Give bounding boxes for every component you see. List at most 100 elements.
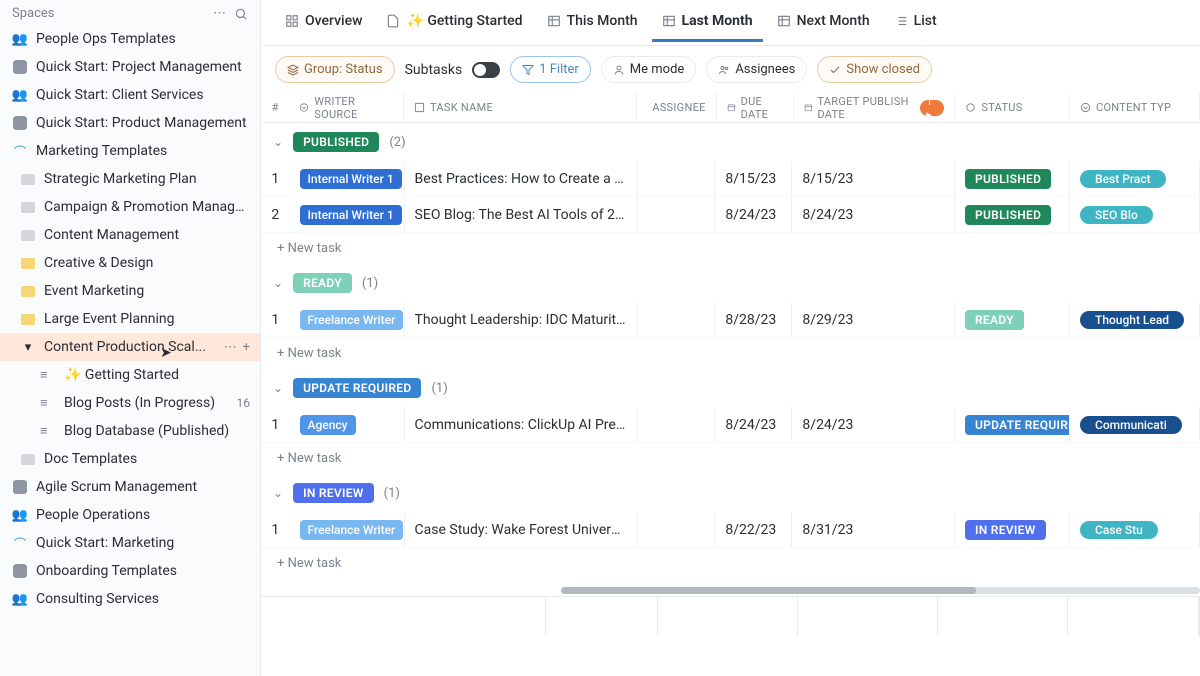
group-status-pill[interactable]: Group: Status <box>275 56 395 83</box>
subtasks-toggle[interactable] <box>472 62 500 78</box>
cell-writer[interactable]: Freelance Writer <box>290 512 405 547</box>
cell-assignee[interactable] <box>638 302 715 337</box>
tab[interactable]: Last Month <box>652 3 763 42</box>
group-header[interactable]: ⌄READY(1) <box>261 264 1200 302</box>
table-row[interactable]: 1AgencyCommunications: ClickUp AI Press.… <box>261 407 1200 443</box>
cell-due[interactable]: 8/24/23 <box>715 407 792 442</box>
cell-ctype[interactable]: Thought Lead <box>1070 302 1200 337</box>
cell-target[interactable]: 8/24/23 <box>792 197 955 232</box>
cell-writer[interactable]: Agency <box>290 407 405 442</box>
new-task-button[interactable]: + New task <box>261 443 1200 474</box>
sidebar-item[interactable]: ✨ Getting Started <box>0 361 260 389</box>
more-icon[interactable]: ⋯ <box>224 340 237 355</box>
cell-writer[interactable]: Internal Writer 1 <box>290 197 405 232</box>
scrollbar-thumb[interactable] <box>561 587 976 594</box>
table-row[interactable]: 1Freelance WriterCase Study: Wake Forest… <box>261 512 1200 548</box>
sidebar-item[interactable]: Content Management <box>0 221 260 249</box>
cell-target[interactable]: 8/15/23 <box>792 161 955 196</box>
sidebar-item[interactable]: Creative & Design <box>0 249 260 277</box>
cell-assignee[interactable] <box>638 161 715 196</box>
col-due[interactable]: DUE DATE <box>717 93 794 122</box>
group-header[interactable]: ⌄UPDATE REQUIRED(1) <box>261 369 1200 407</box>
cell-task-name[interactable]: Communications: ClickUp AI Press... <box>405 407 639 442</box>
sidebar-item[interactable]: Event Marketing <box>0 277 260 305</box>
table-row[interactable]: 1Internal Writer 1Best Practices: How to… <box>261 161 1200 197</box>
sidebar-item[interactable]: Strategic Marketing Plan <box>0 165 260 193</box>
me-mode-pill[interactable]: Me mode <box>601 56 697 83</box>
cell-status[interactable]: PUBLISHED <box>955 197 1070 232</box>
table-row[interactable]: 1Freelance WriterThought Leadership: IDC… <box>261 302 1200 338</box>
cell-ctype[interactable]: SEO Blo <box>1070 197 1200 232</box>
assignees-pill[interactable]: Assignees <box>706 56 807 83</box>
cell-target[interactable]: 8/29/23 <box>792 302 955 337</box>
sidebar-item[interactable]: Blog Posts (In Progress)16 <box>0 389 260 417</box>
show-closed-pill[interactable]: Show closed <box>817 56 932 83</box>
cell-due[interactable]: 8/24/23 <box>715 197 792 232</box>
cell-status[interactable]: UPDATE REQUIRED <box>955 407 1070 442</box>
sidebar-item[interactable]: Onboarding Templates <box>0 557 260 585</box>
sidebar-item[interactable]: Campaign & Promotion Manage... <box>0 193 260 221</box>
cell-due[interactable]: 8/22/23 <box>715 512 792 547</box>
col-assignee[interactable]: ASSIGNEE <box>637 93 717 122</box>
new-task-button[interactable]: + New task <box>261 548 1200 579</box>
tab[interactable]: List <box>884 3 947 42</box>
cell-writer[interactable]: Internal Writer 1 <box>290 161 405 196</box>
cell-status[interactable]: READY <box>955 302 1070 337</box>
tab[interactable]: Overview <box>275 3 372 42</box>
tab[interactable]: This Month <box>537 3 648 42</box>
col-status[interactable]: STATUS <box>955 93 1070 122</box>
sidebar-item[interactable]: Blog Database (Published) <box>0 417 260 445</box>
cell-task-name[interactable]: Thought Leadership: IDC Maturity ... <box>405 302 639 337</box>
table-row[interactable]: 2Internal Writer 1SEO Blog: The Best AI … <box>261 197 1200 233</box>
sidebar-item[interactable]: ⌒Marketing Templates <box>0 137 260 165</box>
sidebar-item[interactable]: 👥People Operations <box>0 501 260 529</box>
sidebar-item[interactable]: 👥Quick Start: Client Services <box>0 81 260 109</box>
cell-ctype[interactable]: Best Pract <box>1070 161 1200 196</box>
sidebar-item[interactable]: 👥People Ops Templates <box>0 25 260 53</box>
cell-task-name[interactable]: SEO Blog: The Best AI Tools of 2023 <box>405 197 639 232</box>
sidebar-item[interactable]: Doc Templates <box>0 445 260 473</box>
cell-assignee[interactable] <box>638 197 715 232</box>
cell-task-name[interactable]: Best Practices: How to Create a Pr... <box>405 161 639 196</box>
cell-ctype[interactable]: Case Stu <box>1070 512 1200 547</box>
sidebar-item[interactable]: 👥Consulting Services <box>0 585 260 613</box>
cell-due[interactable]: 8/28/23 <box>715 302 792 337</box>
sidebar-item[interactable]: Large Event Planning <box>0 305 260 333</box>
col-num[interactable]: # <box>261 93 289 122</box>
cell-assignee[interactable] <box>638 512 715 547</box>
add-icon[interactable]: + <box>243 340 250 355</box>
cell-ctype[interactable]: Communicati <box>1070 407 1200 442</box>
col-target[interactable]: TARGET PUBLISH DATE 1 ▸ <box>794 93 956 122</box>
chevron-down-icon[interactable]: ⌄ <box>273 486 283 500</box>
tab[interactable]: ✨ Getting Started <box>376 3 532 42</box>
sidebar-item[interactable]: Quick Start: Project Management <box>0 53 260 81</box>
chevron-down-icon[interactable]: ⌄ <box>273 135 283 149</box>
search-icon[interactable] <box>234 7 248 21</box>
sidebar-item[interactable]: Agile Scrum Management <box>0 473 260 501</box>
horizontal-scrollbar[interactable] <box>561 587 1200 594</box>
cell-task-name[interactable]: Case Study: Wake Forest University <box>405 512 639 547</box>
cell-assignee[interactable] <box>638 407 715 442</box>
group-header[interactable]: ⌄IN REVIEW(1) <box>261 474 1200 512</box>
cell-due[interactable]: 8/15/23 <box>715 161 792 196</box>
new-task-button[interactable]: + New task <box>261 233 1200 264</box>
chevron-down-icon[interactable]: ⌄ <box>273 276 283 290</box>
cell-writer[interactable]: Freelance Writer <box>290 302 405 337</box>
sort-badge[interactable]: 1 ▸ <box>920 100 944 116</box>
sidebar-list[interactable]: 👥People Ops TemplatesQuick Start: Projec… <box>0 25 260 676</box>
cell-target[interactable]: 8/31/23 <box>792 512 955 547</box>
chevron-down-icon[interactable]: ⌄ <box>273 381 283 395</box>
sidebar-item[interactable]: ⌒Quick Start: Marketing <box>0 529 260 557</box>
tab[interactable]: Next Month <box>767 3 880 42</box>
more-icon[interactable]: ⋯ <box>213 6 226 21</box>
sidebar-item[interactable]: ▾Content Production Scal...⋯+➤ <box>0 333 260 361</box>
col-ctype[interactable]: CONTENT TYP <box>1070 93 1200 122</box>
cell-status[interactable]: IN REVIEW <box>955 512 1070 547</box>
sidebar-item[interactable]: Quick Start: Product Management <box>0 109 260 137</box>
new-task-button[interactable]: + New task <box>261 338 1200 369</box>
filter-pill[interactable]: 1 Filter <box>510 56 591 83</box>
group-header[interactable]: ⌄PUBLISHED(2) <box>261 123 1200 161</box>
cell-target[interactable]: 8/24/23 <box>792 407 955 442</box>
cell-status[interactable]: PUBLISHED <box>955 161 1070 196</box>
col-writer[interactable]: WRITER SOURCE <box>289 93 404 122</box>
